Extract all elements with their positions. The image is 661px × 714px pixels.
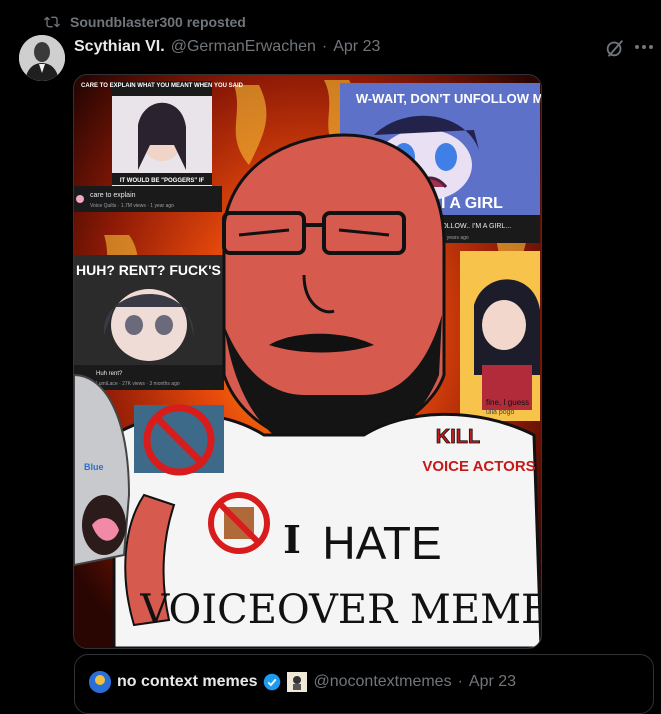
quoted-post-header: no context memes @nocontextmemes · Apr 2… (89, 671, 516, 693)
quoted-author-name[interactable]: no context memes (117, 673, 257, 691)
girl-caption: I A GIRL (441, 195, 503, 212)
quoted-post-date[interactable]: Apr 23 (469, 673, 516, 691)
care-caption-bottom: IT WOULD BE "POGGERS" IF (120, 178, 205, 184)
hate-text: HATE (322, 517, 441, 569)
author-handle[interactable]: @GermanErwachen (171, 38, 316, 56)
kill-text: KILL (436, 426, 480, 448)
i-text: I (283, 517, 301, 562)
author-name[interactable]: Scythian VI. (74, 38, 165, 56)
affiliate-badge-icon (287, 672, 308, 692)
grok-icon[interactable] (604, 37, 626, 59)
panel-fine-i-guess: fine, I guess ulla pogo (460, 251, 540, 421)
post-header: Scythian VI. @GermanErwachen · Apr 23 (74, 36, 380, 58)
mic-brand: Blue (84, 462, 104, 472)
repost-icon (44, 16, 60, 28)
wait-caption: W-WAIT, DON'T UNFOLLOW ME (356, 91, 541, 106)
more-options-icon[interactable] (634, 40, 654, 54)
quoted-author-avatar[interactable] (89, 671, 111, 693)
no-voice-actor-sign (134, 404, 224, 476)
quoted-post[interactable]: no context memes @nocontextmemes · Apr 2… (74, 654, 654, 714)
post-image[interactable]: CARE TO EXPLAIN WHAT YOU MEANT WHEN YOU … (73, 74, 542, 649)
repost-indicator[interactable]: Soundblaster300 reposted (44, 12, 246, 32)
voice-actors-text: VOICE ACTORS (422, 458, 535, 475)
panel-huh-rent: HUH? RENT? FUCK'S TH (74, 255, 243, 365)
verified-badge-icon (264, 673, 281, 691)
video-card-1: care to explain Voice Quilts · 1.7M view… (74, 186, 222, 212)
no-icon-sign (208, 492, 270, 554)
video1-meta: Voice Quilts · 1.7M views · 1 year ago (90, 203, 174, 209)
video3-title: Huh rent? (96, 371, 123, 377)
author-avatar[interactable] (19, 35, 65, 81)
quoted-separator-dot: · (457, 673, 463, 690)
video1-title: care to explain (90, 192, 136, 199)
rent-caption: HUH? RENT? FUCK'S TH (76, 262, 243, 278)
fine-caption-2: ulla pogo (486, 409, 515, 416)
repost-text: Soundblaster300 reposted (70, 14, 246, 30)
fine-caption: fine, I guess (486, 398, 529, 407)
post-date[interactable]: Apr 23 (333, 38, 380, 56)
quoted-author-handle[interactable]: @nocontextmemes (313, 673, 451, 691)
care-caption-top: CARE TO EXPLAIN WHAT YOU MEANT WHEN YOU … (81, 83, 244, 89)
voiceover-memes-text: VOICEOVER MEMES (139, 587, 541, 633)
video3-meta: LumiLace · 27K views · 3 months ago (96, 381, 180, 387)
separator-dot: · (321, 38, 328, 55)
